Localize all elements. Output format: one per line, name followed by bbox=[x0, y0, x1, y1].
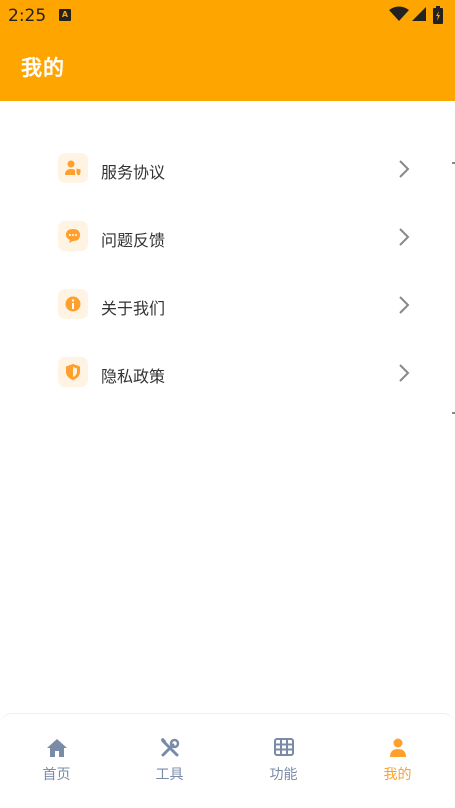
person-icon bbox=[389, 738, 406, 757]
tab-label: 首页 bbox=[42, 767, 71, 783]
tools-icon bbox=[160, 738, 179, 757]
app-header: 2:25 A 我的 bbox=[0, 0, 455, 101]
wifi-icon bbox=[389, 6, 409, 21]
signal-icon bbox=[412, 7, 426, 21]
info-icon bbox=[58, 289, 88, 319]
status-bar: 2:25 A bbox=[0, 0, 455, 32]
menu-item-label: 服务协议 bbox=[101, 163, 166, 182]
menu-item-feedback[interactable]: 问题反馈 bbox=[58, 219, 414, 255]
chevron-right-icon bbox=[399, 228, 410, 246]
tab-label: 我的 bbox=[383, 767, 412, 783]
menu-item-label: 隐私政策 bbox=[101, 367, 166, 386]
chevron-right-icon bbox=[399, 296, 410, 314]
menu-item-label: 问题反馈 bbox=[101, 231, 166, 250]
tab-features[interactable]: 功能 bbox=[227, 714, 340, 808]
home-icon bbox=[46, 739, 67, 757]
status-time: 2:25 bbox=[8, 6, 47, 26]
chevron-right-icon bbox=[399, 160, 410, 178]
shield-icon bbox=[58, 357, 88, 387]
menu-item-about-us[interactable]: 关于我们 bbox=[58, 287, 414, 323]
menu-item-service-agreement[interactable]: 服务协议 bbox=[58, 151, 414, 187]
chat-bubble-icon bbox=[58, 221, 88, 251]
battery-icon bbox=[433, 6, 443, 24]
grid-icon bbox=[273, 738, 294, 756]
menu-item-label: 关于我们 bbox=[101, 299, 166, 318]
tab-label: 工具 bbox=[155, 767, 184, 783]
tab-tools[interactable]: 工具 bbox=[113, 714, 226, 808]
notification-badge: A bbox=[59, 9, 71, 21]
status-icons bbox=[389, 6, 449, 24]
page-title: 我的 bbox=[21, 56, 65, 80]
chevron-right-icon bbox=[399, 364, 410, 382]
tab-home[interactable]: 首页 bbox=[0, 714, 113, 808]
user-shield-icon bbox=[58, 153, 88, 183]
bottom-tab-bar: 首页 工具 功能 我的 bbox=[0, 713, 455, 808]
menu-item-privacy-policy[interactable]: 隐私政策 bbox=[58, 355, 414, 391]
tab-mine[interactable]: 我的 bbox=[341, 714, 454, 808]
tab-label: 功能 bbox=[269, 767, 298, 783]
